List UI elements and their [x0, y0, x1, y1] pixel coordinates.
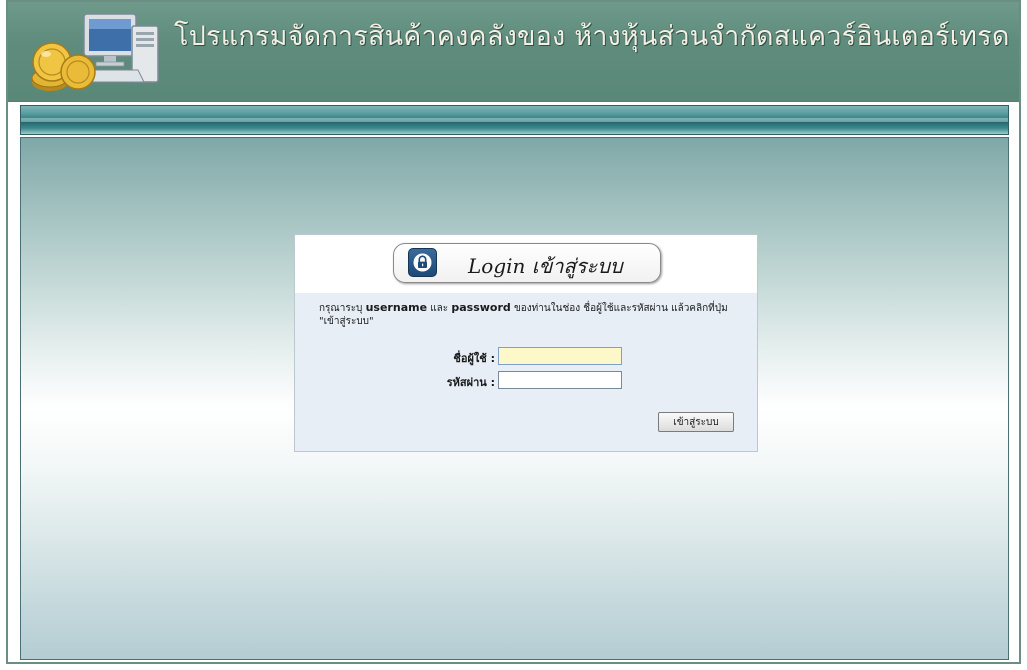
app-title: โปรแกรมจัดการสินค้าคงคลังของ ห้างหุ้นส่ว… [174, 21, 1010, 52]
login-header: Login เข้าสู่ระบบ [295, 235, 757, 293]
login-heading: Login เข้าสู่ระบบ [468, 254, 623, 278]
nav-bar-highlight [21, 118, 1008, 122]
username-label: ชื่อผู้ใช้ : [453, 352, 495, 365]
nav-bar [20, 105, 1009, 135]
instructions-username-word: username [365, 301, 428, 314]
password-field[interactable] [498, 371, 622, 389]
main-content: Login เข้าสู่ระบบ กรุณาระบุ username และ… [20, 137, 1009, 660]
computer-with-gold-coins-icon [31, 13, 159, 91]
app-frame: โปรแกรมจัดการสินค้าคงคลังของ ห้างหุ้นส่ว… [6, 0, 1021, 664]
instructions-text-1: กรุณาระบุ [319, 303, 366, 314]
password-label: รหัสผ่าน : [446, 376, 495, 389]
header-banner: โปรแกรมจัดการสินค้าคงคลังของ ห้างหุ้นส่ว… [8, 2, 1019, 102]
login-button[interactable]: เข้าสู่ระบบ [658, 412, 734, 432]
login-panel: Login เข้าสู่ระบบ กรุณาระบุ username และ… [294, 234, 758, 452]
instructions-text-2: และ [427, 303, 452, 314]
username-field[interactable] [498, 347, 622, 365]
lock-icon [408, 248, 437, 277]
lock-glyph-icon [413, 253, 432, 272]
page: โปรแกรมจัดการสินค้าคงคลังของ ห้างหุ้นส่ว… [0, 0, 1027, 670]
login-instructions: กรุณาระบุ username และ password ของท่านใ… [319, 301, 749, 328]
login-title-pill: Login เข้าสู่ระบบ [393, 243, 661, 283]
instructions-password-word: password [451, 301, 511, 314]
